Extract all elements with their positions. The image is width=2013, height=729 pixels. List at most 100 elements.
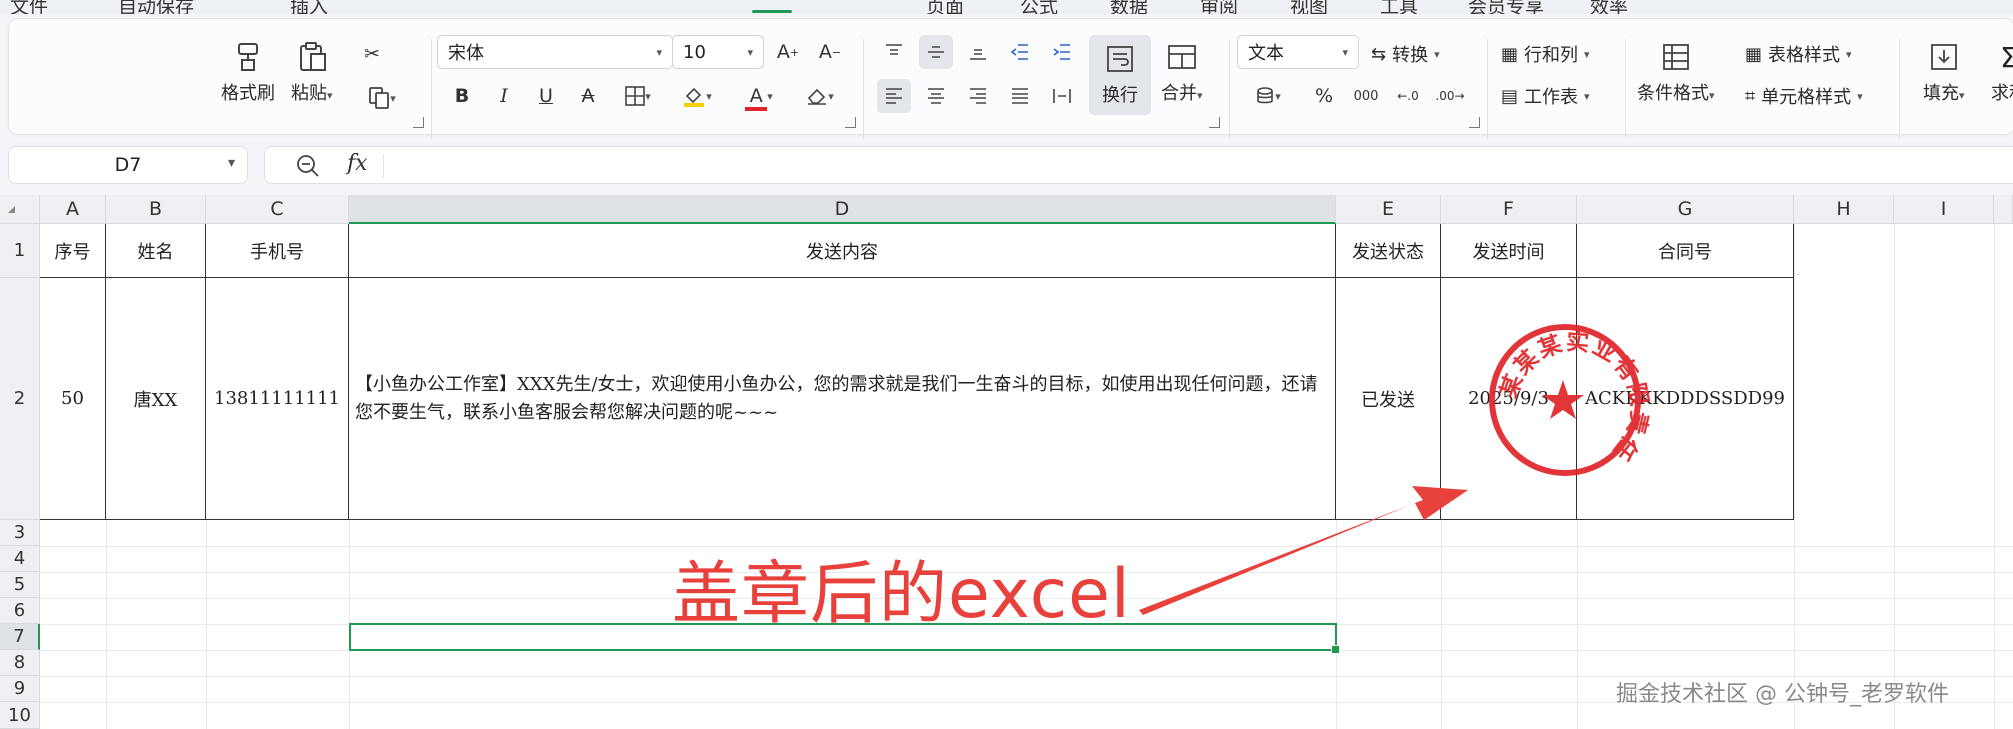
menu-review[interactable]: 审阅 xyxy=(1200,0,1238,14)
row-header-8[interactable]: 8 xyxy=(0,650,40,676)
increase-indent-icon[interactable] xyxy=(1045,35,1079,69)
menu-efficiency[interactable]: 效率 xyxy=(1590,0,1628,14)
merge-button[interactable]: 合并▾ xyxy=(1161,39,1203,105)
row-header-9[interactable]: 9 xyxy=(0,676,40,702)
font-size-select[interactable]: 10 ▾ xyxy=(672,35,764,69)
column-header-g[interactable]: G xyxy=(1577,195,1794,224)
fill-color-icon[interactable]: ▾ xyxy=(673,79,721,113)
cell-name[interactable]: 唐XX xyxy=(106,278,206,520)
increase-decimal-icon[interactable]: ←.0 xyxy=(1391,79,1425,113)
decrease-font-icon[interactable]: A − xyxy=(813,35,847,69)
row-header-5[interactable]: 5 xyxy=(0,572,40,598)
column-header-e[interactable]: E xyxy=(1336,195,1441,224)
header-cell-time[interactable]: 发送时间 xyxy=(1441,224,1577,278)
decrease-decimal-icon[interactable]: .00→ xyxy=(1433,79,1467,113)
fill-handle[interactable] xyxy=(1331,645,1340,654)
decrease-indent-icon[interactable] xyxy=(1003,35,1037,69)
cell-time[interactable]: 2025/9/3 xyxy=(1441,278,1577,520)
row-header-10[interactable]: 10 xyxy=(0,702,40,729)
column-header-f[interactable]: F xyxy=(1441,195,1577,224)
eraser-icon[interactable]: ▾ xyxy=(797,79,843,113)
name-box[interactable]: D7 ▾ xyxy=(8,146,248,184)
menu-view[interactable]: 视图 xyxy=(1290,0,1328,14)
column-header-i[interactable]: I xyxy=(1894,195,1994,224)
row-header-7[interactable]: 7 xyxy=(0,624,40,650)
thousands-button[interactable]: 000 xyxy=(1349,79,1383,113)
header-cell-name[interactable]: 姓名 xyxy=(106,224,206,278)
header-cell-contract[interactable]: 合同号 xyxy=(1577,224,1794,278)
divider xyxy=(1487,39,1488,139)
align-right-icon[interactable] xyxy=(961,79,995,113)
alignment-launcher[interactable] xyxy=(1209,117,1220,128)
select-all-corner[interactable] xyxy=(0,195,40,224)
align-center-icon[interactable] xyxy=(919,79,953,113)
copy-icon[interactable]: ▾ xyxy=(359,81,405,115)
clipboard-launcher[interactable] xyxy=(413,117,424,128)
cell-seq[interactable]: 50 xyxy=(40,278,106,520)
align-top-icon[interactable] xyxy=(877,35,911,69)
column-header-b[interactable]: B xyxy=(106,195,206,224)
justify-icon[interactable] xyxy=(1003,79,1037,113)
font-color-icon[interactable]: A ▾ xyxy=(735,79,783,113)
header-cell-status[interactable]: 发送状态 xyxy=(1336,224,1441,278)
align-left-icon[interactable] xyxy=(877,79,911,113)
column-header-d[interactable]: D xyxy=(349,195,1336,224)
cell-contract[interactable]: ACKKKKDDDSSDD99 xyxy=(1577,278,1794,520)
conditional-format-button[interactable]: 条件格式▾ xyxy=(1637,39,1715,105)
format-painter-button[interactable]: 格式刷 xyxy=(221,39,275,105)
zoom-icon[interactable] xyxy=(295,153,321,183)
column-header-c[interactable]: C xyxy=(206,195,349,224)
menu-insert[interactable]: 插入 xyxy=(290,0,328,14)
align-bottom-icon[interactable] xyxy=(961,35,995,69)
cell-status[interactable]: 已发送 xyxy=(1336,278,1441,520)
percent-button[interactable]: % xyxy=(1307,79,1341,113)
number-launcher[interactable] xyxy=(1469,117,1480,128)
cell-phone[interactable]: 13811111111 xyxy=(206,278,349,520)
menu-autosave[interactable]: 自动保存 xyxy=(118,0,194,14)
table-style-button[interactable]: ▦ 表格样式 ▾ xyxy=(1745,41,1852,67)
row-header-4[interactable]: 4 xyxy=(0,546,40,572)
header-cell-content[interactable]: 发送内容 xyxy=(349,224,1336,278)
increase-font-icon[interactable]: A + xyxy=(771,35,805,69)
bold-button[interactable]: B xyxy=(445,79,479,113)
chevron-down-icon[interactable]: ▾ xyxy=(228,155,235,171)
header-cell-phone[interactable]: 手机号 xyxy=(206,224,349,278)
align-middle-icon[interactable] xyxy=(919,35,953,69)
column-header-h[interactable]: H xyxy=(1794,195,1894,224)
header-cell-seq[interactable]: 序号 xyxy=(40,224,106,278)
cut-icon[interactable]: ✂ xyxy=(355,37,389,71)
row-header-2[interactable]: 2 xyxy=(0,278,40,520)
font-name-select[interactable]: 宋体 ▾ xyxy=(437,35,673,69)
column-header-j[interactable] xyxy=(1994,195,2013,224)
fx-icon[interactable]: fx xyxy=(347,151,368,176)
worksheet-button[interactable]: ▤ 工作表 ▾ xyxy=(1501,83,1590,109)
column-header-a[interactable]: A xyxy=(40,195,106,224)
formula-bar[interactable]: fx xyxy=(264,146,2013,184)
menu-formula[interactable]: 公式 xyxy=(1020,0,1058,14)
italic-button[interactable]: I xyxy=(487,79,521,113)
menu-file[interactable]: 文件 xyxy=(10,0,48,14)
fill-button[interactable]: 填充▾ xyxy=(1923,39,1965,105)
cell-content[interactable]: 【小鱼办公工作室】XXX先生/女士，欢迎使用小鱼办公，您的需求就是我们一生奋斗的… xyxy=(349,278,1336,520)
convert-button[interactable]: ⇆ 转换 ▾ xyxy=(1371,41,1440,67)
active-tab-indicator xyxy=(752,10,792,13)
rows-cols-button[interactable]: ▦ 行和列 ▾ xyxy=(1501,41,1590,67)
row-header-3[interactable]: 3 xyxy=(0,520,40,546)
row-header-6[interactable]: 6 xyxy=(0,598,40,624)
distributed-align-icon[interactable] xyxy=(1045,79,1079,113)
strikethrough-icon[interactable]: A xyxy=(571,79,605,113)
underline-button[interactable]: U xyxy=(529,79,563,113)
font-launcher[interactable] xyxy=(845,117,856,128)
currency-icon[interactable]: ▾ xyxy=(1245,79,1291,113)
cell-style-button[interactable]: ⌗ 单元格样式 ▾ xyxy=(1745,83,1863,109)
menu-data[interactable]: 数据 xyxy=(1110,0,1148,14)
row-header-1[interactable]: 1 xyxy=(0,224,40,278)
menu-member[interactable]: 会员专享 xyxy=(1468,0,1544,14)
number-format-select[interactable]: 文本 ▾ xyxy=(1237,35,1359,69)
menu-page[interactable]: 页面 xyxy=(926,0,964,14)
wrap-text-button[interactable]: 换行 xyxy=(1089,35,1151,115)
menu-tools[interactable]: 工具 xyxy=(1380,0,1418,14)
sum-button[interactable]: Σ 求和 xyxy=(1991,39,2013,105)
border-icon[interactable]: ▾ xyxy=(615,79,661,113)
paste-button[interactable]: 粘贴▾ xyxy=(291,39,333,105)
